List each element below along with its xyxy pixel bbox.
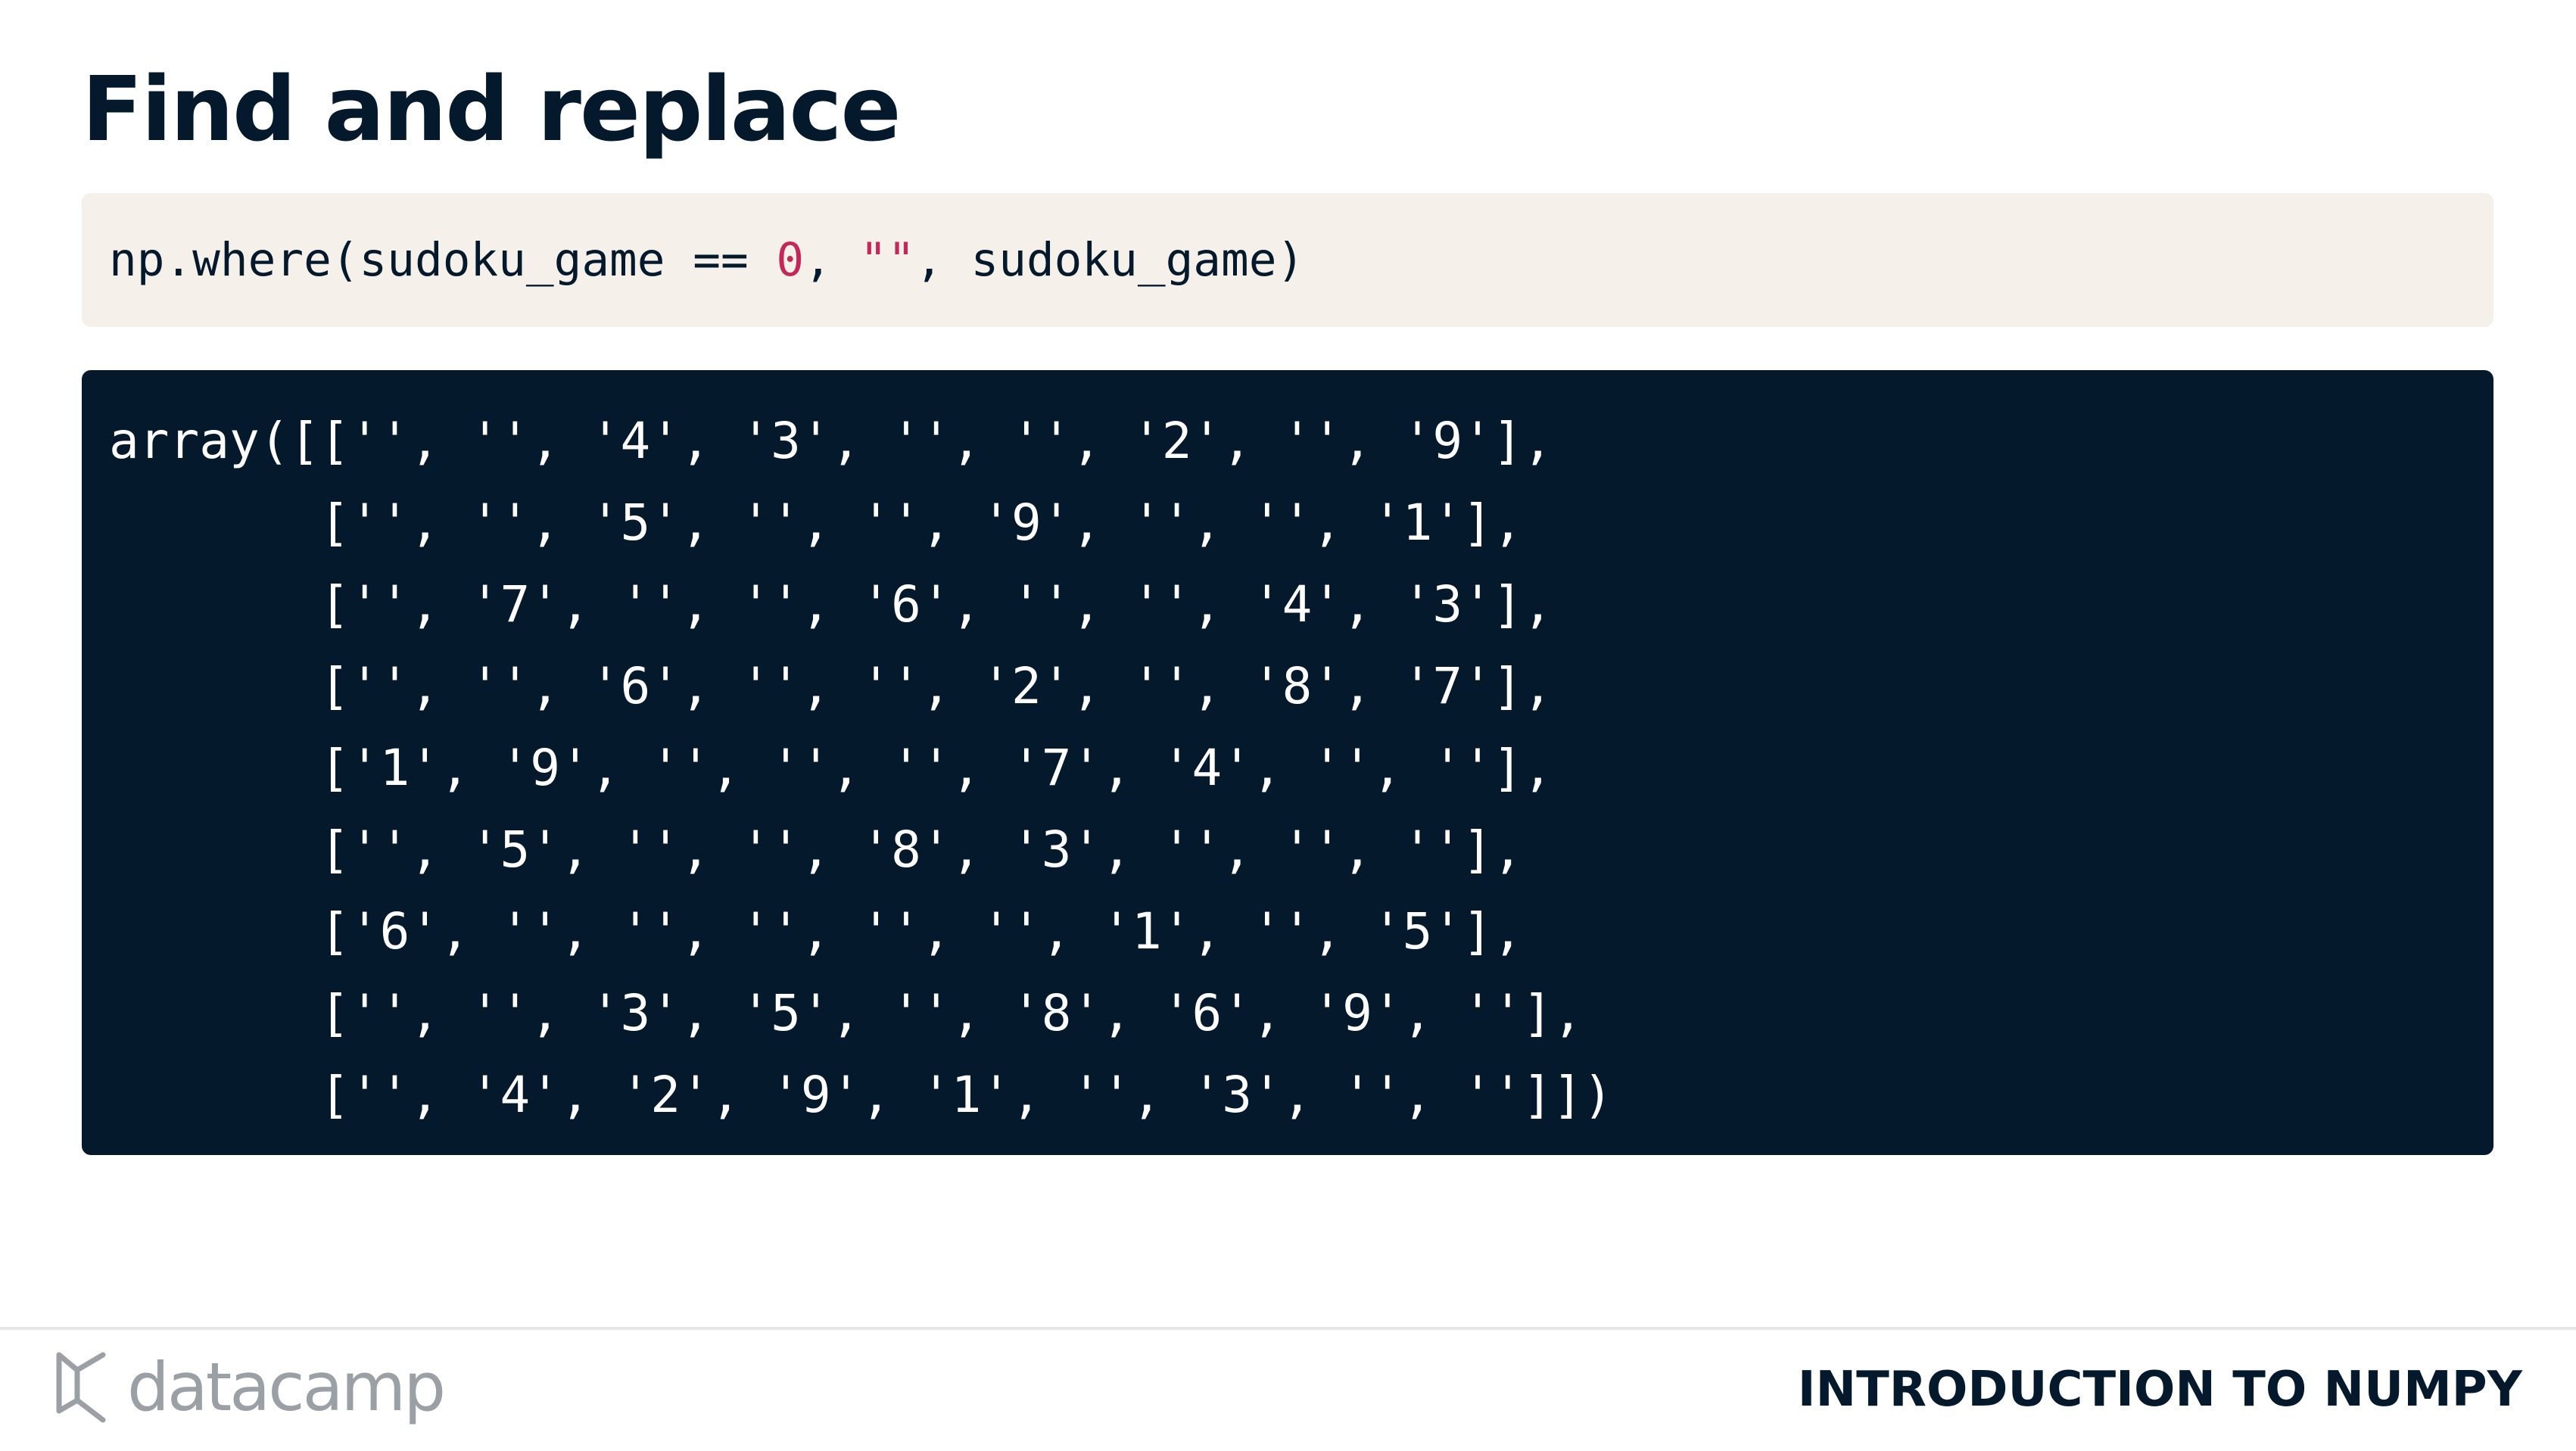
output-line: ['', '', '5', '', '', '9', '', '', '1'], bbox=[109, 494, 1523, 552]
code-token: , bbox=[804, 233, 860, 287]
code-token: np.where(sudoku_game == bbox=[109, 233, 777, 287]
code-number-literal: 0 bbox=[776, 233, 805, 287]
code-token: , sudoku_game) bbox=[915, 233, 1305, 287]
course-name: INTRODUCTION TO NUMPY bbox=[1797, 1362, 2522, 1418]
output-line: ['', '', '6', '', '', '2', '', '8', '7']… bbox=[109, 657, 1553, 715]
code-output-block: array([['', '', '4', '3', '', '', '2', '… bbox=[82, 370, 2493, 1155]
output-line: ['', '7', '', '', '6', '', '', '4', '3']… bbox=[109, 575, 1553, 634]
code-input-line: np.where(sudoku_game == 0, "", sudoku_ga… bbox=[109, 237, 1304, 283]
footer-divider bbox=[0, 1327, 2576, 1330]
brand-name: datacamp bbox=[127, 1348, 446, 1426]
datacamp-logo-icon bbox=[56, 1352, 106, 1423]
output-line: array([['', '', '4', '3', '', '', '2', '… bbox=[109, 412, 1553, 470]
slide-title: Find and replace bbox=[82, 57, 902, 161]
output-line: ['1', '9', '', '', '', '7', '4', '', '']… bbox=[109, 739, 1553, 797]
output-line: ['', '5', '', '', '8', '3', '', '', ''], bbox=[109, 820, 1523, 879]
output-line: ['6', '', '', '', '', '', '1', '', '5'], bbox=[109, 902, 1523, 961]
output-line: ['', '', '3', '5', '', '8', '6', '9', ''… bbox=[109, 984, 1584, 1042]
output-line: ['', '4', '2', '9', '1', '', '3', '', ''… bbox=[109, 1066, 1613, 1124]
code-string-literal: "" bbox=[859, 233, 916, 287]
code-input-block: np.where(sudoku_game == 0, "", sudoku_ga… bbox=[82, 193, 2493, 327]
datacamp-logo: datacamp bbox=[53, 1348, 446, 1426]
